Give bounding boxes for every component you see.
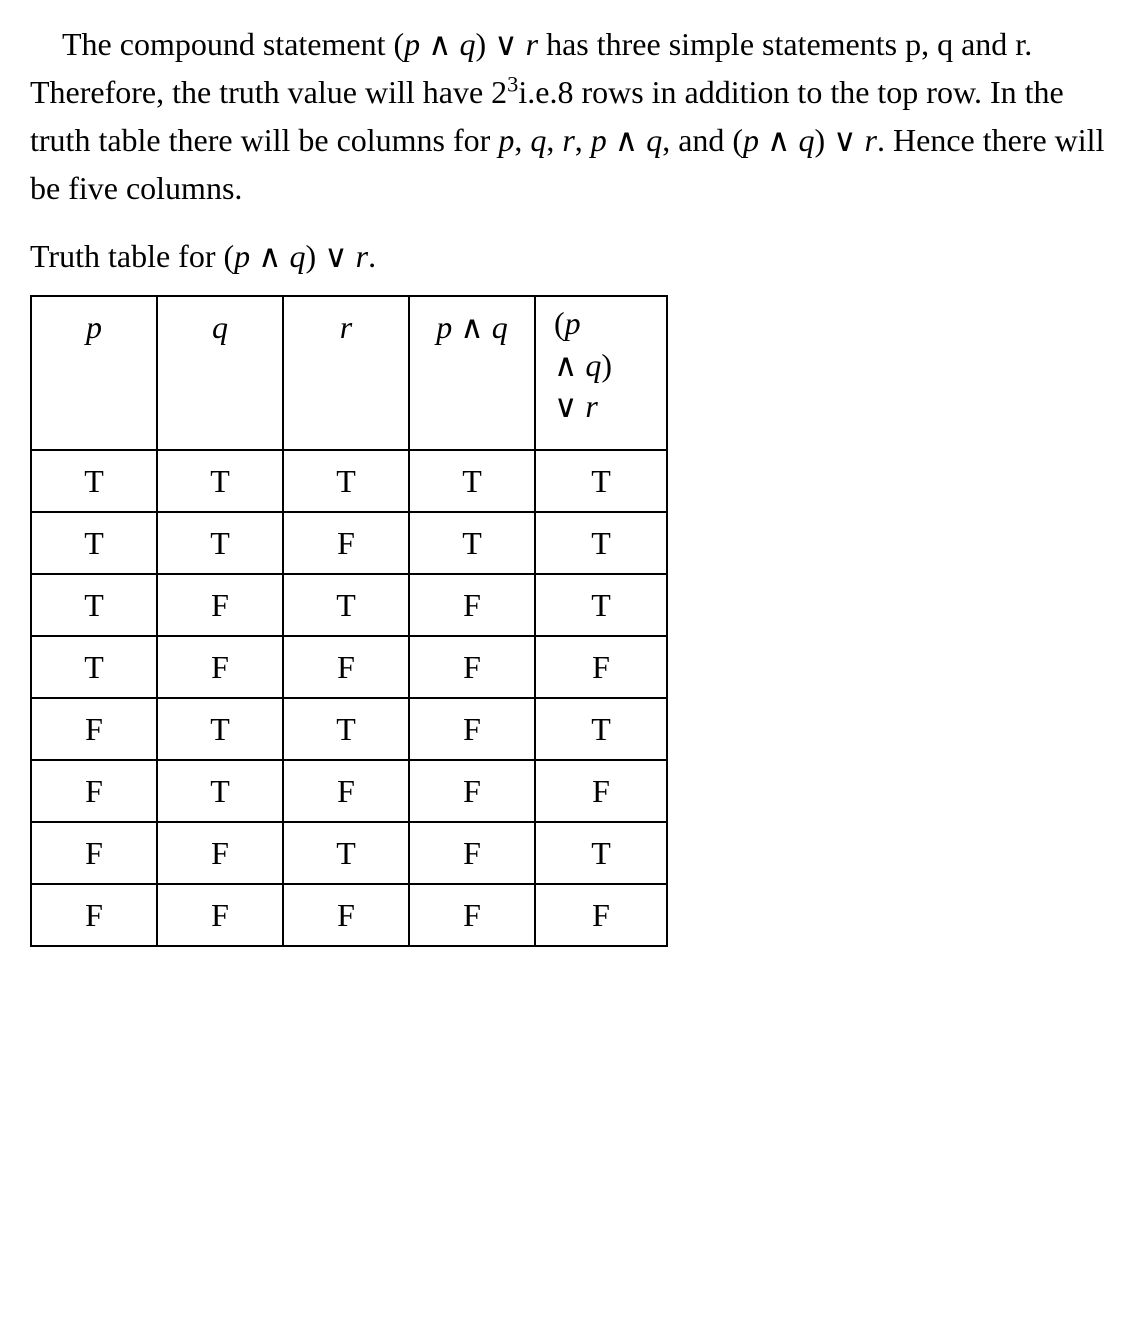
text: The compound statement ( — [62, 26, 404, 62]
truth-table: p q r p ∧ q (p ∧ q) ∨ r TTTTTTTFTTTFTFTT… — [30, 295, 668, 947]
table-cell: T — [535, 698, 667, 760]
table-cell: T — [535, 574, 667, 636]
exponent: 3 — [507, 71, 518, 96]
table-row: TTFTT — [31, 512, 667, 574]
op-and: ∧ — [452, 309, 491, 345]
var-r: r — [865, 122, 877, 158]
table-cell: T — [157, 512, 283, 574]
table-cell: T — [157, 698, 283, 760]
table-cell: F — [157, 822, 283, 884]
table-body: TTTTTTTFTTTFTFTTFFFFFTTFTFTFFFFFTFTFFFFF — [31, 450, 667, 946]
table-cell: F — [409, 574, 535, 636]
table-cell: F — [535, 884, 667, 946]
table-row: TFTFT — [31, 574, 667, 636]
table-cell: F — [31, 884, 157, 946]
text: , and ( — [662, 122, 743, 158]
table-cell: F — [535, 636, 667, 698]
table-cell: F — [283, 636, 409, 698]
comma: , — [514, 122, 530, 158]
var-q: q — [585, 347, 601, 383]
op-and: ∧ — [759, 122, 798, 158]
table-cell: F — [31, 760, 157, 822]
table-row: TTTTT — [31, 450, 667, 512]
col-header-p: p — [31, 296, 157, 450]
var-p: p — [743, 122, 759, 158]
comma: , — [546, 122, 562, 158]
text: Truth table for ( — [30, 238, 234, 274]
table-cell: T — [157, 450, 283, 512]
var-r: r — [526, 26, 538, 62]
table-header-row: p q r p ∧ q (p ∧ q) ∨ r — [31, 296, 667, 450]
var-q: q — [646, 122, 662, 158]
table-caption: Truth table for (p ∧ q) ∨ r. — [30, 232, 1105, 280]
table-cell: T — [283, 822, 409, 884]
table-cell: T — [283, 450, 409, 512]
table-cell: F — [409, 884, 535, 946]
table-cell: T — [535, 450, 667, 512]
table-cell: F — [409, 822, 535, 884]
col-header-result: (p ∧ q) ∨ r — [535, 296, 667, 450]
col-header-p-and-q: p ∧ q — [409, 296, 535, 450]
table-cell: T — [31, 512, 157, 574]
table-row: FFTFT — [31, 822, 667, 884]
table-cell: F — [409, 760, 535, 822]
table-cell: F — [283, 760, 409, 822]
var-q: q — [530, 122, 546, 158]
table-row: FFFFF — [31, 884, 667, 946]
var-p: p — [565, 305, 581, 341]
text: ) ∨ — [814, 122, 864, 158]
var-p: p — [436, 309, 452, 345]
var-p: p — [404, 26, 420, 62]
table-cell: F — [31, 822, 157, 884]
table-cell: T — [157, 760, 283, 822]
op-and: ∧ — [554, 347, 585, 383]
table-cell: T — [535, 512, 667, 574]
var-r: r — [562, 122, 574, 158]
table-cell: F — [157, 574, 283, 636]
text: ) ∨ — [476, 26, 526, 62]
col-header-r: r — [283, 296, 409, 450]
table-cell: T — [31, 636, 157, 698]
var-q: q — [492, 309, 508, 345]
var-p: p — [234, 238, 250, 274]
table-row: TFFFF — [31, 636, 667, 698]
var-p: p — [498, 122, 514, 158]
table-cell: F — [409, 636, 535, 698]
table-cell: T — [31, 450, 157, 512]
table-cell: F — [409, 698, 535, 760]
table-cell: F — [157, 636, 283, 698]
col-header-q: q — [157, 296, 283, 450]
table-row: FTFFF — [31, 760, 667, 822]
op-and: ∧ — [607, 122, 646, 158]
paren-open: ( — [554, 305, 565, 341]
table-cell: F — [31, 698, 157, 760]
var-r: r — [585, 388, 597, 424]
table-cell: T — [283, 698, 409, 760]
table-row: FTTFT — [31, 698, 667, 760]
table-cell: F — [283, 884, 409, 946]
table-cell: F — [157, 884, 283, 946]
var-q: q — [290, 238, 306, 274]
table-cell: T — [31, 574, 157, 636]
op-or: ∨ — [554, 388, 585, 424]
period: . — [368, 238, 376, 274]
explanation-paragraph: The compound statement (p ∧ q) ∨ r has t… — [30, 20, 1105, 212]
op-and: ∧ — [420, 26, 459, 62]
var-p: p — [591, 122, 607, 158]
table-cell: T — [409, 450, 535, 512]
var-q: q — [460, 26, 476, 62]
paren-close: ) — [601, 347, 612, 383]
var-r: r — [356, 238, 368, 274]
text: ) ∨ — [306, 238, 356, 274]
table-cell: T — [409, 512, 535, 574]
table-cell: T — [283, 574, 409, 636]
var-q: q — [798, 122, 814, 158]
table-cell: F — [535, 760, 667, 822]
op-and: ∧ — [250, 238, 289, 274]
table-cell: T — [535, 822, 667, 884]
comma: , — [575, 122, 591, 158]
table-cell: F — [283, 512, 409, 574]
